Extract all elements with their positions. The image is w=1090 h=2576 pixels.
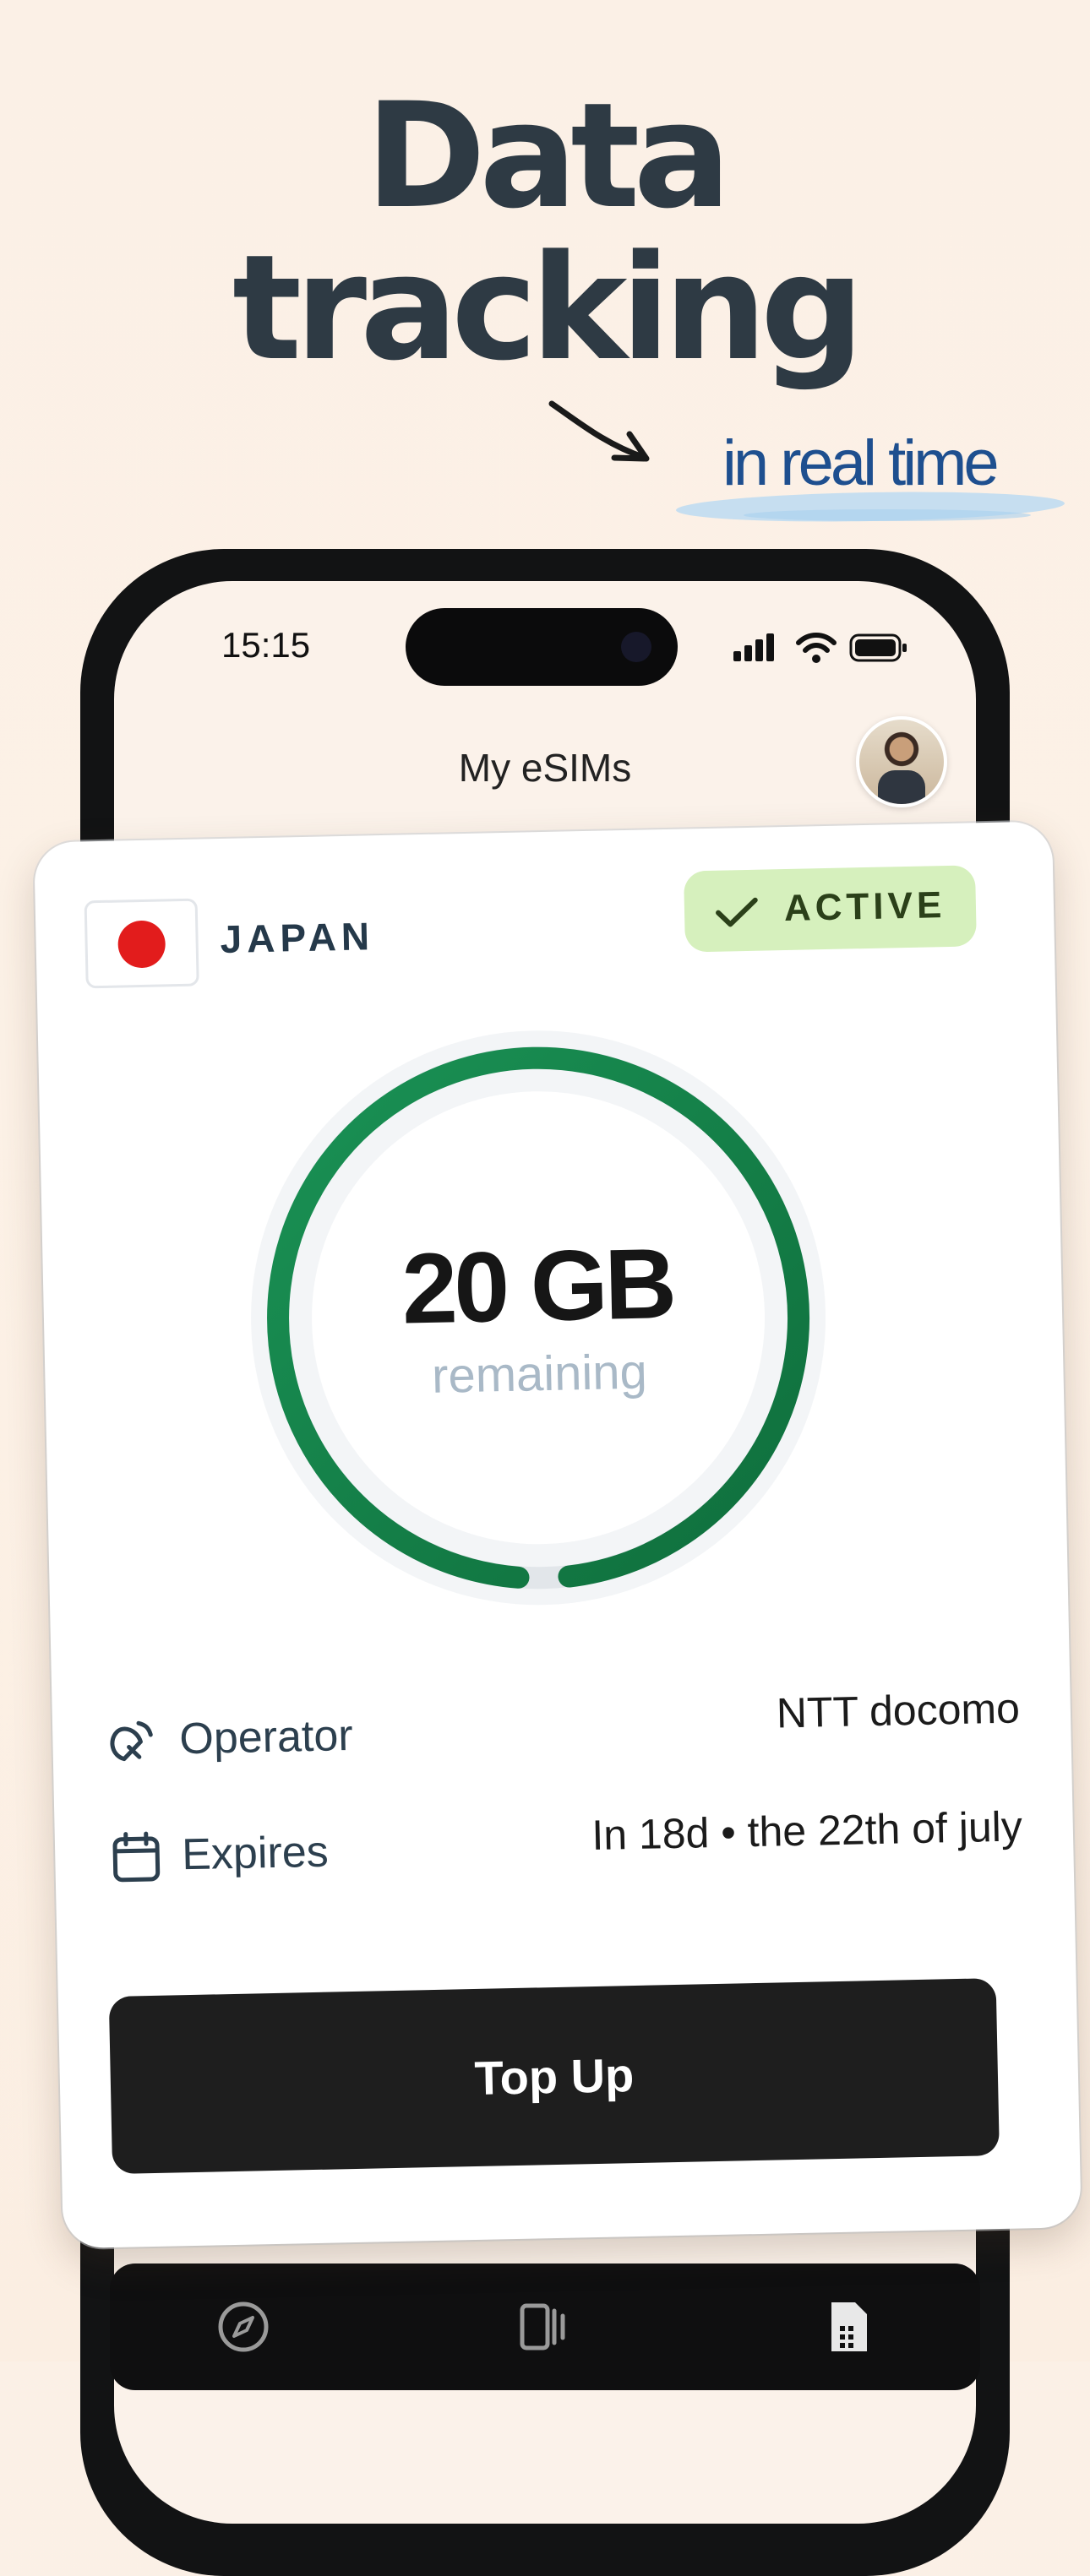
signal-icon <box>733 633 774 661</box>
calendar-icon <box>112 1831 161 1883</box>
arrow-icon <box>548 400 650 462</box>
status-time: 15:15 <box>221 625 311 665</box>
avatar[interactable] <box>856 716 947 807</box>
operator-label: Operator <box>178 1710 354 1764</box>
check-icon <box>716 897 758 927</box>
cards-icon[interactable] <box>517 2299 573 2355</box>
esim-card[interactable]: JAPAN ACTIVE 20 GB remaining Operator NT… <box>34 821 1082 2249</box>
top-up-button[interactable]: Top Up <box>108 1978 1000 2175</box>
compass-icon[interactable] <box>215 2299 271 2355</box>
tagline: in real time <box>722 427 1000 499</box>
status-label: ACTIVE <box>783 884 946 930</box>
headline-line2: tracking <box>232 223 864 393</box>
camera-icon <box>621 632 651 662</box>
highlight-brush-stroke <box>744 509 1031 521</box>
expires-label: Expires <box>181 1827 330 1880</box>
wifi-icon <box>796 633 837 663</box>
operator-value: NTT docomo <box>776 1684 1021 1737</box>
expires-value: In 18d • the 22th of july <box>591 1802 1023 1860</box>
sim-icon[interactable] <box>820 2299 875 2355</box>
country-label: JAPAN <box>220 914 375 962</box>
status-badge: ACTIVE <box>684 865 977 953</box>
headline-line1: Data <box>365 71 731 241</box>
flag-icon <box>84 898 199 989</box>
battery-icon <box>849 633 907 662</box>
data-remaining-amount: 20 GB <box>401 1227 675 1345</box>
satellite-icon <box>110 1720 153 1762</box>
status-icons <box>733 633 907 663</box>
